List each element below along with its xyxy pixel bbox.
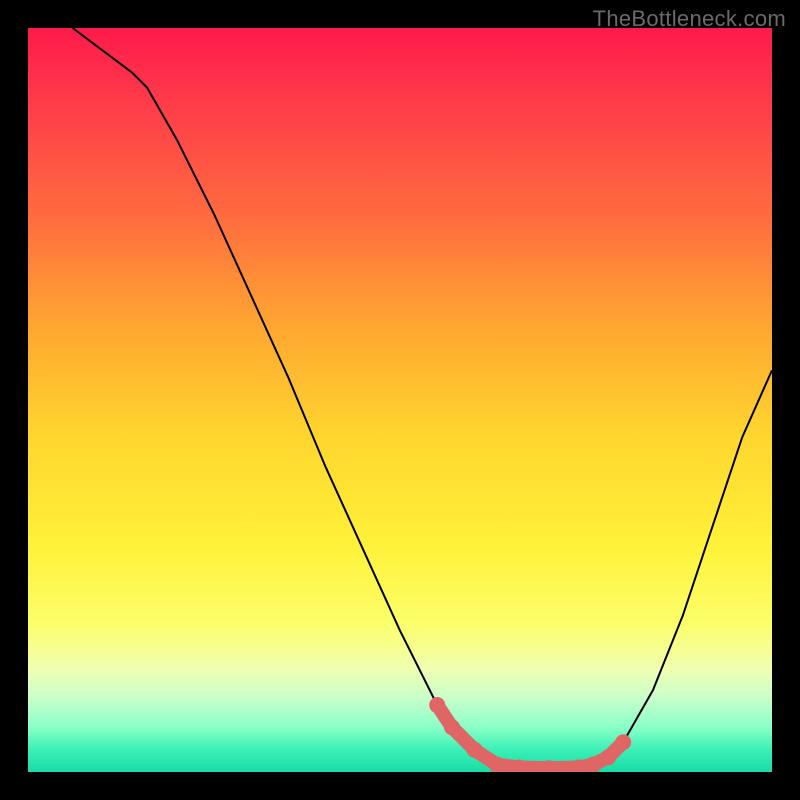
highlight-dot (585, 757, 601, 772)
highlight-dot (429, 697, 445, 713)
curve-right (601, 370, 772, 764)
chart-svg (28, 28, 772, 772)
highlight-dot (615, 734, 631, 750)
chart-stage: TheBottleneck.com (0, 0, 800, 800)
chart-plot-area (28, 28, 772, 772)
highlight-dot (466, 742, 482, 758)
highlight-dot (600, 749, 616, 765)
curve-left (73, 28, 497, 765)
highlight-dot (444, 719, 460, 735)
watermark-text: TheBottleneck.com (593, 6, 786, 32)
highlight-dot (489, 757, 505, 772)
